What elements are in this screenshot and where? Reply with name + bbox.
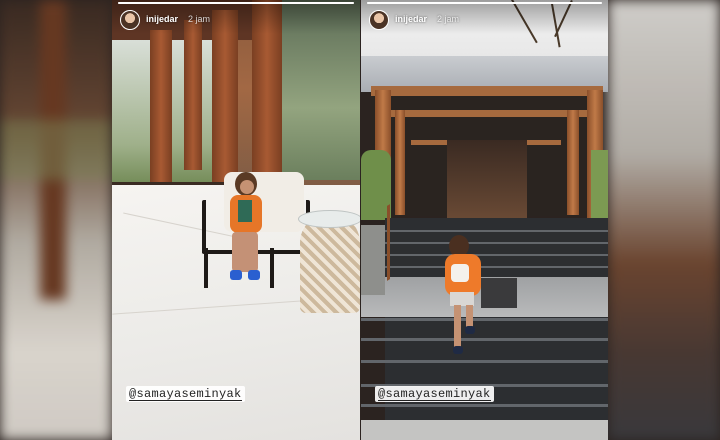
child-shoe (230, 270, 242, 280)
story-progress-bar (367, 2, 602, 4)
stair-step (361, 230, 608, 232)
handrail (387, 204, 390, 281)
stair-step (361, 404, 608, 407)
corridor-depth (447, 140, 527, 220)
story-progress-fill (367, 2, 602, 4)
avatar[interactable] (120, 10, 140, 30)
wood-post (395, 110, 405, 215)
timestamp: 2 jam (437, 14, 460, 24)
story-header: inijedar 2 jam (361, 0, 608, 34)
child-shorts (450, 292, 474, 306)
avatar[interactable] (369, 10, 389, 30)
wood-column (184, 20, 202, 170)
stair-step (361, 254, 608, 256)
stair-step (361, 360, 608, 363)
child-leg (454, 305, 461, 347)
blurred-background-left (0, 0, 112, 440)
stair-step (361, 318, 608, 321)
chair-leg (204, 248, 208, 288)
stair-step (361, 266, 608, 268)
side-table-top (298, 210, 360, 228)
wood-column (150, 30, 172, 190)
child-shirt (238, 200, 252, 222)
story-panel-2[interactable]: inijedar 2 jam @samayaseminyak (361, 0, 608, 440)
username[interactable]: inijedar (395, 14, 427, 24)
roof-beam (371, 86, 603, 96)
child-legs (232, 232, 258, 272)
story-progress-fill (118, 2, 354, 4)
floor-mat (481, 278, 517, 308)
story-progress-bar (118, 2, 354, 4)
roof-beam (383, 110, 591, 117)
story-panel-1[interactable]: inijedar 2 jam @samayaseminyak (112, 0, 360, 440)
child-shoe (248, 270, 260, 280)
stair-step (361, 338, 608, 341)
ground (361, 420, 608, 440)
mention-sticker[interactable]: @samayaseminyak (375, 386, 494, 402)
stair-step (361, 242, 608, 244)
child-leg (466, 305, 473, 327)
side-table (300, 213, 360, 313)
child-face (240, 180, 254, 194)
mention-sticker[interactable]: @samayaseminyak (126, 386, 245, 402)
timestamp: 2 jam (188, 14, 211, 24)
child-shoe (453, 346, 463, 354)
chair-leg (270, 248, 274, 288)
wood-post (567, 110, 579, 215)
username[interactable]: inijedar (146, 14, 178, 24)
story-header: inijedar 2 jam (112, 0, 360, 34)
blurred-background-right (608, 0, 720, 440)
child-shoe (465, 326, 475, 334)
wood-column (212, 10, 238, 185)
child-backpack (451, 264, 469, 282)
stone-wall (361, 225, 385, 295)
plants-right (591, 150, 608, 220)
